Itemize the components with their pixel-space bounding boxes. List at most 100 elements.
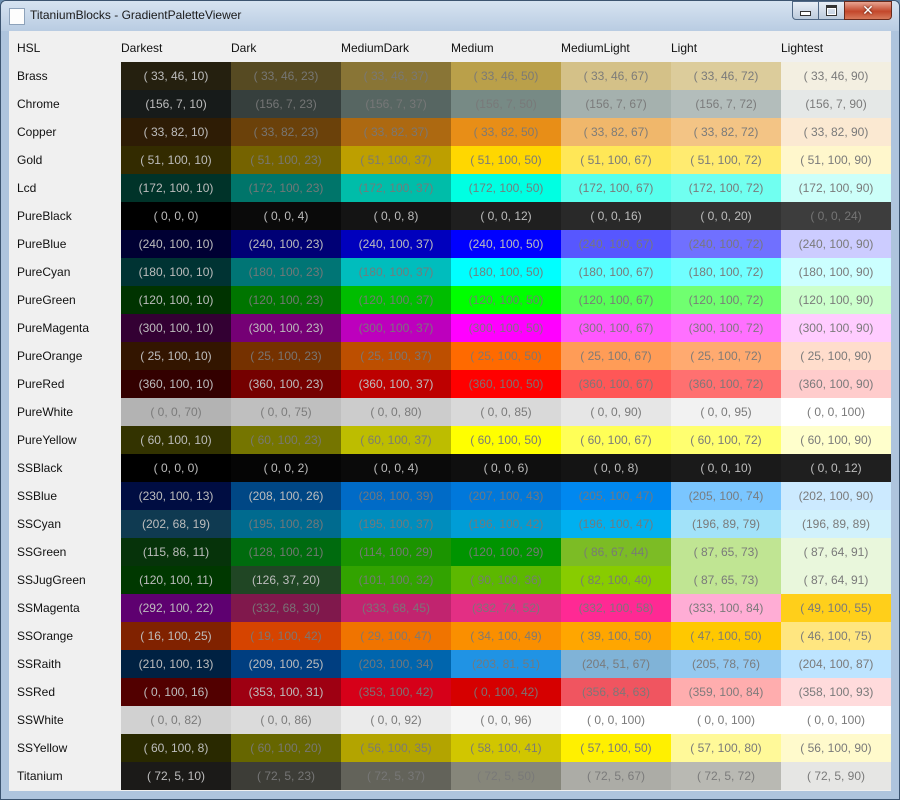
- color-swatch-cell: ( 33, 82, 23): [231, 118, 341, 146]
- color-swatch-cell: (203, 100, 34): [341, 650, 451, 678]
- color-swatch-cell: (120, 100, 23): [231, 286, 341, 314]
- color-swatch-cell: ( 33, 46, 23): [231, 62, 341, 90]
- color-swatch-cell: (202, 100, 90): [781, 482, 891, 510]
- color-swatch-cell: (332, 68, 30): [231, 594, 341, 622]
- color-swatch-cell: (120, 100, 50): [451, 286, 561, 314]
- color-swatch-cell: ( 0, 0, 0): [121, 454, 231, 482]
- color-swatch-cell: ( 72, 5, 67): [561, 762, 671, 790]
- color-swatch-cell: (240, 100, 90): [781, 230, 891, 258]
- color-swatch-cell: ( 0, 0, 92): [341, 706, 451, 734]
- color-swatch-cell: ( 33, 46, 67): [561, 62, 671, 90]
- color-swatch-cell: ( 0, 0, 96): [451, 706, 561, 734]
- color-swatch-cell: ( 39, 100, 50): [561, 622, 671, 650]
- row-label: Copper: [17, 125, 57, 139]
- color-swatch-cell: (120, 100, 11): [121, 566, 231, 594]
- color-swatch-cell: ( 60, 100, 67): [561, 426, 671, 454]
- color-swatch-cell: (205, 100, 47): [561, 482, 671, 510]
- color-swatch-cell: ( 60, 100, 90): [781, 426, 891, 454]
- color-swatch-cell: ( 0, 0, 2): [231, 454, 341, 482]
- color-swatch-cell: (207, 100, 43): [451, 482, 561, 510]
- color-swatch-cell: ( 56, 100, 90): [781, 734, 891, 762]
- color-swatch-cell: ( 33, 82, 67): [561, 118, 671, 146]
- color-swatch-cell: ( 33, 82, 37): [341, 118, 451, 146]
- window-title: TitaniumBlocks - GradientPaletteViewer: [30, 8, 242, 22]
- header-dark: Dark: [231, 41, 257, 55]
- color-swatch-cell: (172, 100, 50): [451, 174, 561, 202]
- color-swatch-cell: ( 60, 100, 10): [121, 426, 231, 454]
- row-label: PureMagenta: [17, 321, 90, 335]
- color-swatch-cell: ( 16, 100, 25): [121, 622, 231, 650]
- color-swatch-cell: (332, 74, 52): [451, 594, 561, 622]
- color-swatch-cell: ( 51, 100, 72): [671, 146, 781, 174]
- minimize-button[interactable]: [792, 1, 819, 20]
- maximize-button[interactable]: [818, 1, 845, 20]
- color-swatch-cell: (292, 100, 22): [121, 594, 231, 622]
- color-swatch-cell: ( 0, 0, 100): [781, 398, 891, 426]
- color-swatch-cell: (360, 100, 50): [451, 370, 561, 398]
- color-swatch-cell: (209, 100, 25): [231, 650, 341, 678]
- color-swatch-cell: (120, 100, 67): [561, 286, 671, 314]
- color-swatch-cell: ( 72, 5, 90): [781, 762, 891, 790]
- color-swatch-cell: (156, 7, 67): [561, 90, 671, 118]
- color-swatch-cell: ( 60, 100, 20): [231, 734, 341, 762]
- color-swatch-cell: (114, 100, 29): [341, 538, 451, 566]
- color-swatch-cell: (195, 100, 28): [231, 510, 341, 538]
- color-swatch-cell: (156, 7, 90): [781, 90, 891, 118]
- color-swatch-cell: (360, 100, 23): [231, 370, 341, 398]
- color-swatch-cell: (205, 78, 76): [671, 650, 781, 678]
- color-swatch-cell: (356, 84, 63): [561, 678, 671, 706]
- row-label: PureOrange: [17, 349, 83, 363]
- color-swatch-cell: (156, 7, 37): [341, 90, 451, 118]
- row-label: PureBlack: [17, 209, 72, 223]
- color-swatch-cell: ( 0, 0, 0): [121, 202, 231, 230]
- color-swatch-cell: (202, 68, 19): [121, 510, 231, 538]
- color-swatch-cell: ( 0, 0, 8): [341, 202, 451, 230]
- color-swatch-cell: ( 0, 0, 12): [781, 454, 891, 482]
- color-swatch-cell: (196, 100, 42): [451, 510, 561, 538]
- color-swatch-cell: ( 25, 100, 23): [231, 342, 341, 370]
- color-swatch-cell: (172, 100, 23): [231, 174, 341, 202]
- color-swatch-cell: (156, 7, 10): [121, 90, 231, 118]
- row-label: Titanium: [17, 769, 63, 783]
- color-swatch-cell: ( 72, 5, 37): [341, 762, 451, 790]
- row-label: SSBlack: [17, 461, 63, 475]
- color-swatch-cell: ( 0, 0, 70): [121, 398, 231, 426]
- color-swatch-cell: ( 72, 5, 23): [231, 762, 341, 790]
- color-swatch-cell: ( 0, 100, 16): [121, 678, 231, 706]
- color-swatch-cell: (208, 100, 39): [341, 482, 451, 510]
- close-button[interactable]: ✕: [844, 1, 892, 20]
- color-swatch-cell: ( 60, 100, 37): [341, 426, 451, 454]
- color-swatch-cell: (196, 89, 89): [781, 510, 891, 538]
- color-swatch-cell: (195, 100, 37): [341, 510, 451, 538]
- color-swatch-cell: ( 51, 100, 90): [781, 146, 891, 174]
- color-swatch-cell: ( 51, 100, 10): [121, 146, 231, 174]
- color-swatch-cell: (196, 89, 79): [671, 510, 781, 538]
- color-swatch-cell: ( 0, 0, 20): [671, 202, 781, 230]
- row-label: SSRaith: [17, 657, 62, 671]
- row-label: Lcd: [17, 181, 37, 195]
- header-mediumdark: MediumDark: [341, 41, 410, 55]
- color-swatch-cell: (300, 100, 67): [561, 314, 671, 342]
- color-swatch-cell: (180, 100, 37): [341, 258, 451, 286]
- color-swatch-cell: (204, 51, 67): [561, 650, 671, 678]
- color-swatch-cell: ( 47, 100, 50): [671, 622, 781, 650]
- color-swatch-cell: ( 0, 0, 100): [781, 706, 891, 734]
- color-swatch-cell: ( 60, 100, 50): [451, 426, 561, 454]
- color-swatch-cell: ( 87, 65, 73): [671, 538, 781, 566]
- header-mediumlight: MediumLight: [561, 41, 630, 55]
- color-swatch-cell: (360, 100, 10): [121, 370, 231, 398]
- color-swatch-cell: (300, 100, 90): [781, 314, 891, 342]
- color-swatch-cell: (180, 100, 50): [451, 258, 561, 286]
- color-swatch-cell: (300, 100, 37): [341, 314, 451, 342]
- color-swatch-cell: ( 0, 0, 86): [231, 706, 341, 734]
- color-swatch-cell: ( 49, 100, 55): [781, 594, 891, 622]
- color-swatch-cell: (240, 100, 67): [561, 230, 671, 258]
- color-swatch-cell: ( 51, 100, 23): [231, 146, 341, 174]
- color-swatch-cell: (353, 100, 31): [231, 678, 341, 706]
- maximize-icon: [826, 5, 837, 16]
- color-swatch-cell: ( 60, 100, 8): [121, 734, 231, 762]
- title-bar[interactable]: TitaniumBlocks - GradientPaletteViewer ✕: [1, 1, 899, 31]
- color-swatch-cell: ( 58, 100, 41): [451, 734, 561, 762]
- color-swatch-cell: ( 46, 100, 75): [781, 622, 891, 650]
- color-swatch-cell: ( 33, 46, 90): [781, 62, 891, 90]
